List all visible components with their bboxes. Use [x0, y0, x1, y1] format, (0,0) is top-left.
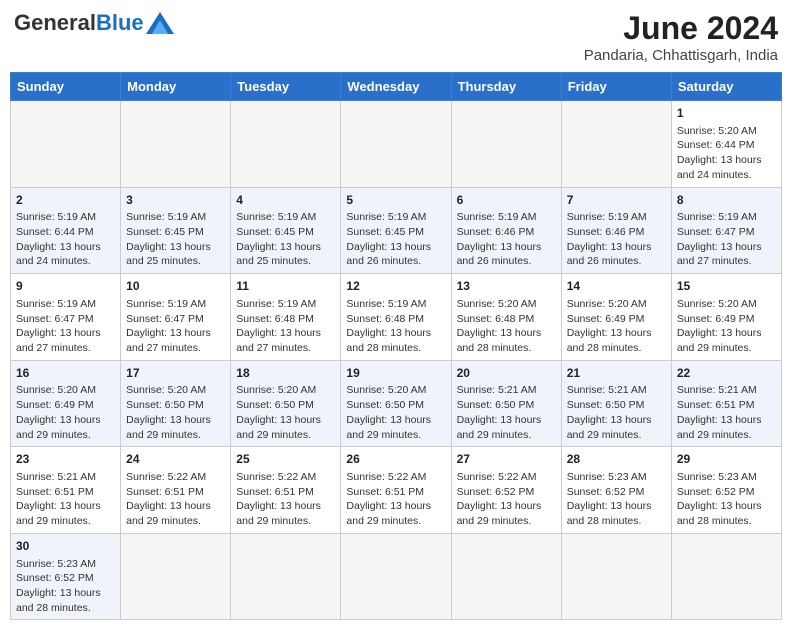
- empty-cell: [341, 533, 451, 620]
- header-friday: Friday: [561, 73, 671, 101]
- calendar-row-1: 1 Sunrise: 5:20 AMSunset: 6:44 PMDayligh…: [11, 101, 782, 188]
- empty-cell: [341, 101, 451, 188]
- title-block: June 2024 Pandaria, Chhattisgarh, India: [584, 10, 778, 64]
- day-11: 11 Sunrise: 5:19 AMSunset: 6:48 PMDaylig…: [231, 274, 341, 361]
- calendar-row-6: 30 Sunrise: 5:23 AMSunset: 6:52 PMDaylig…: [11, 533, 782, 620]
- day-3: 3 Sunrise: 5:19 AMSunset: 6:45 PMDayligh…: [121, 187, 231, 274]
- weekday-header-row: Sunday Monday Tuesday Wednesday Thursday…: [11, 73, 782, 101]
- day-23: 23 Sunrise: 5:21 AMSunset: 6:51 PMDaylig…: [11, 447, 121, 534]
- day-22: 22 Sunrise: 5:21 AMSunset: 6:51 PMDaylig…: [671, 360, 781, 447]
- calendar-row-5: 23 Sunrise: 5:21 AMSunset: 6:51 PMDaylig…: [11, 447, 782, 534]
- header-tuesday: Tuesday: [231, 73, 341, 101]
- day-2: 2 Sunrise: 5:19 AMSunset: 6:44 PMDayligh…: [11, 187, 121, 274]
- day-6: 6 Sunrise: 5:19 AMSunset: 6:46 PMDayligh…: [451, 187, 561, 274]
- empty-cell: [561, 101, 671, 188]
- day-29: 29 Sunrise: 5:23 AMSunset: 6:52 PMDaylig…: [671, 447, 781, 534]
- empty-cell: [11, 101, 121, 188]
- day-7: 7 Sunrise: 5:19 AMSunset: 6:46 PMDayligh…: [561, 187, 671, 274]
- page-header: General Blue June 2024 Pandaria, Chhatti…: [10, 10, 782, 64]
- header-thursday: Thursday: [451, 73, 561, 101]
- day-4: 4 Sunrise: 5:19 AMSunset: 6:45 PMDayligh…: [231, 187, 341, 274]
- empty-cell: [561, 533, 671, 620]
- day-12: 12 Sunrise: 5:19 AMSunset: 6:48 PMDaylig…: [341, 274, 451, 361]
- day-15: 15 Sunrise: 5:20 AMSunset: 6:49 PMDaylig…: [671, 274, 781, 361]
- empty-cell: [121, 533, 231, 620]
- header-wednesday: Wednesday: [341, 73, 451, 101]
- empty-cell: [671, 533, 781, 620]
- day-25: 25 Sunrise: 5:22 AMSunset: 6:51 PMDaylig…: [231, 447, 341, 534]
- header-sunday: Sunday: [11, 73, 121, 101]
- day-18: 18 Sunrise: 5:20 AMSunset: 6:50 PMDaylig…: [231, 360, 341, 447]
- calendar-row-2: 2 Sunrise: 5:19 AMSunset: 6:44 PMDayligh…: [11, 187, 782, 274]
- month-title: June 2024: [584, 10, 778, 47]
- empty-cell: [121, 101, 231, 188]
- calendar-row-3: 9 Sunrise: 5:19 AMSunset: 6:47 PMDayligh…: [11, 274, 782, 361]
- day-28: 28 Sunrise: 5:23 AMSunset: 6:52 PMDaylig…: [561, 447, 671, 534]
- day-16: 16 Sunrise: 5:20 AMSunset: 6:49 PMDaylig…: [11, 360, 121, 447]
- header-monday: Monday: [121, 73, 231, 101]
- day-14: 14 Sunrise: 5:20 AMSunset: 6:49 PMDaylig…: [561, 274, 671, 361]
- day-17: 17 Sunrise: 5:20 AMSunset: 6:50 PMDaylig…: [121, 360, 231, 447]
- day-20: 20 Sunrise: 5:21 AMSunset: 6:50 PMDaylig…: [451, 360, 561, 447]
- calendar-table: Sunday Monday Tuesday Wednesday Thursday…: [10, 72, 782, 620]
- logo-icon: [146, 12, 174, 34]
- day-1: 1 Sunrise: 5:20 AMSunset: 6:44 PMDayligh…: [671, 101, 781, 188]
- empty-cell: [451, 533, 561, 620]
- location: Pandaria, Chhattisgarh, India: [584, 47, 778, 64]
- day-24: 24 Sunrise: 5:22 AMSunset: 6:51 PMDaylig…: [121, 447, 231, 534]
- header-saturday: Saturday: [671, 73, 781, 101]
- empty-cell: [231, 101, 341, 188]
- empty-cell: [231, 533, 341, 620]
- day-26: 26 Sunrise: 5:22 AMSunset: 6:51 PMDaylig…: [341, 447, 451, 534]
- logo-blue-text: Blue: [96, 10, 144, 36]
- empty-cell: [451, 101, 561, 188]
- logo: General Blue: [14, 10, 174, 36]
- day-5: 5 Sunrise: 5:19 AMSunset: 6:45 PMDayligh…: [341, 187, 451, 274]
- day-27: 27 Sunrise: 5:22 AMSunset: 6:52 PMDaylig…: [451, 447, 561, 534]
- day-19: 19 Sunrise: 5:20 AMSunset: 6:50 PMDaylig…: [341, 360, 451, 447]
- day-10: 10 Sunrise: 5:19 AMSunset: 6:47 PMDaylig…: [121, 274, 231, 361]
- logo-general-text: General: [14, 10, 96, 36]
- day-9: 9 Sunrise: 5:19 AMSunset: 6:47 PMDayligh…: [11, 274, 121, 361]
- day-21: 21 Sunrise: 5:21 AMSunset: 6:50 PMDaylig…: [561, 360, 671, 447]
- day-13: 13 Sunrise: 5:20 AMSunset: 6:48 PMDaylig…: [451, 274, 561, 361]
- day-8: 8 Sunrise: 5:19 AMSunset: 6:47 PMDayligh…: [671, 187, 781, 274]
- day-30: 30 Sunrise: 5:23 AMSunset: 6:52 PMDaylig…: [11, 533, 121, 620]
- calendar-row-4: 16 Sunrise: 5:20 AMSunset: 6:49 PMDaylig…: [11, 360, 782, 447]
